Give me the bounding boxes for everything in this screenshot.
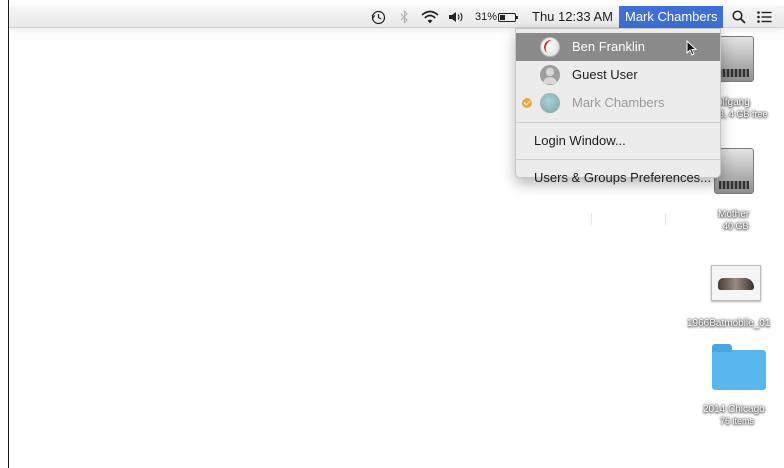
drive-size: 40 GB (723, 221, 749, 231)
battery-percent: 31% (475, 11, 498, 23)
volume-icon[interactable] (447, 6, 465, 28)
menu-separator (516, 122, 720, 123)
user-menu-button[interactable]: Mark Chambers (619, 6, 724, 28)
divider (665, 213, 666, 225)
divider (591, 213, 592, 225)
bluetooth-icon[interactable] (397, 6, 411, 28)
wifi-icon[interactable] (420, 6, 440, 28)
menu-bar: 31% Thu 12:33 AM Mark Chambers (9, 6, 784, 28)
image-thumbnail-icon (711, 265, 761, 301)
menu-item-login-window[interactable]: Login Window... (516, 128, 720, 154)
menu-item-mark-chambers: Mark Chambers (516, 89, 720, 117)
folder-item-count: 76 items (720, 416, 755, 426)
current-user-check-icon (522, 98, 532, 108)
time-machine-icon[interactable] (369, 6, 387, 28)
menu-clock[interactable]: Thu 12:33 AM (532, 6, 613, 28)
globe-avatar-icon (540, 93, 560, 113)
menu-item-label: Mark Chambers (572, 95, 665, 110)
menu-item-label: Guest User (572, 67, 638, 82)
drive-name: olfgang (717, 97, 750, 108)
notification-center-icon[interactable] (755, 6, 773, 28)
spotlight-icon[interactable] (730, 6, 748, 28)
menu-item-guest-user[interactable]: Guest User (516, 61, 720, 89)
file-name: 1966Batmobile_01 (687, 318, 771, 329)
baseball-avatar-icon (540, 37, 560, 57)
menu-item-label: Ben Franklin (572, 39, 645, 54)
menu-item-users-groups-preferences[interactable]: Users & Groups Preferences... (516, 165, 720, 191)
desktop: 31% Thu 12:33 AM Mark Chambers olfgang G… (8, 0, 784, 468)
mouse-cursor-icon (686, 39, 698, 61)
battery-icon[interactable] (495, 6, 519, 28)
menu-separator (516, 159, 720, 160)
drive-name: Mother (718, 209, 750, 220)
folder-icon (712, 344, 766, 390)
folder-name: 2014 Chicago (703, 404, 765, 415)
guest-avatar-icon (540, 65, 560, 85)
